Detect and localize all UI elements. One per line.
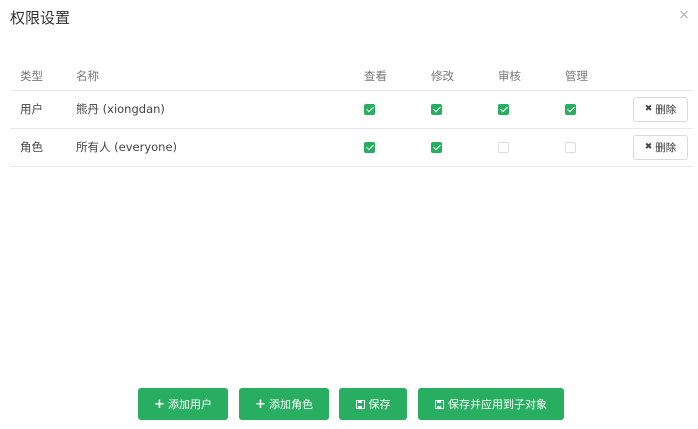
delete-label: 删除 (655, 141, 677, 154)
save-label: 保存 (368, 398, 391, 411)
save-icon (355, 399, 365, 409)
manage-checkbox[interactable] (565, 104, 576, 115)
header-manage: 管理 (565, 68, 588, 83)
header-edit: 修改 (431, 68, 454, 83)
edit-checkbox[interactable] (431, 104, 442, 115)
plus-icon: + (154, 396, 165, 412)
table-row: 用户 熊丹 (xiongdan) ✖ 删除 (10, 89, 693, 128)
save-button[interactable]: 保存 (339, 388, 407, 420)
add-role-label: 添加角色 (268, 398, 313, 411)
save-apply-label: 保存并应用到子对象 (448, 398, 547, 411)
header-action (628, 62, 693, 90)
plus-icon: + (255, 396, 266, 412)
permission-dialog: 权限设置 × 类型 名称 查看 修改 审核 管理 用户 熊丹 (xiongdan… (0, 0, 698, 429)
edit-checkbox[interactable] (431, 142, 442, 153)
header-view: 查看 (364, 68, 387, 83)
delete-button[interactable]: ✖ 删除 (633, 96, 688, 122)
close-icon[interactable]: × (678, 8, 690, 22)
header-audit: 审核 (498, 68, 521, 83)
row-name: 熊丹 (xiongdan) (76, 89, 360, 128)
header-type: 类型 (20, 68, 43, 83)
audit-checkbox[interactable] (498, 104, 509, 115)
add-role-button[interactable]: + 添加角色 (239, 388, 329, 420)
audit-checkbox[interactable] (498, 142, 509, 153)
row-type: 用户 (10, 89, 76, 128)
save-icon (435, 399, 444, 409)
row-type: 角色 (10, 127, 76, 167)
header-name: 名称 (76, 68, 99, 83)
add-user-button[interactable]: + 添加用户 (138, 388, 228, 420)
save-apply-button[interactable]: 保存并应用到子对象 (418, 388, 564, 420)
delete-icon: ✖ (644, 104, 653, 114)
delete-icon: ✖ (644, 142, 653, 152)
dialog-title: 权限设置 (10, 9, 71, 27)
table-header-row: 类型 名称 查看 修改 审核 管理 (10, 62, 693, 90)
add-user-label: 添加用户 (167, 398, 212, 411)
permission-table: 类型 名称 查看 修改 审核 管理 用户 熊丹 (xiongdan) ✖ 删除 … (10, 62, 693, 167)
delete-button[interactable]: ✖ 删除 (633, 134, 688, 160)
delete-label: 删除 (655, 103, 677, 116)
row-name: 所有人 (everyone) (76, 127, 360, 167)
view-checkbox[interactable] (364, 142, 375, 153)
view-checkbox[interactable] (364, 104, 375, 115)
table-row: 角色 所有人 (everyone) ✖ 删除 (10, 127, 693, 167)
manage-checkbox[interactable] (565, 142, 576, 153)
